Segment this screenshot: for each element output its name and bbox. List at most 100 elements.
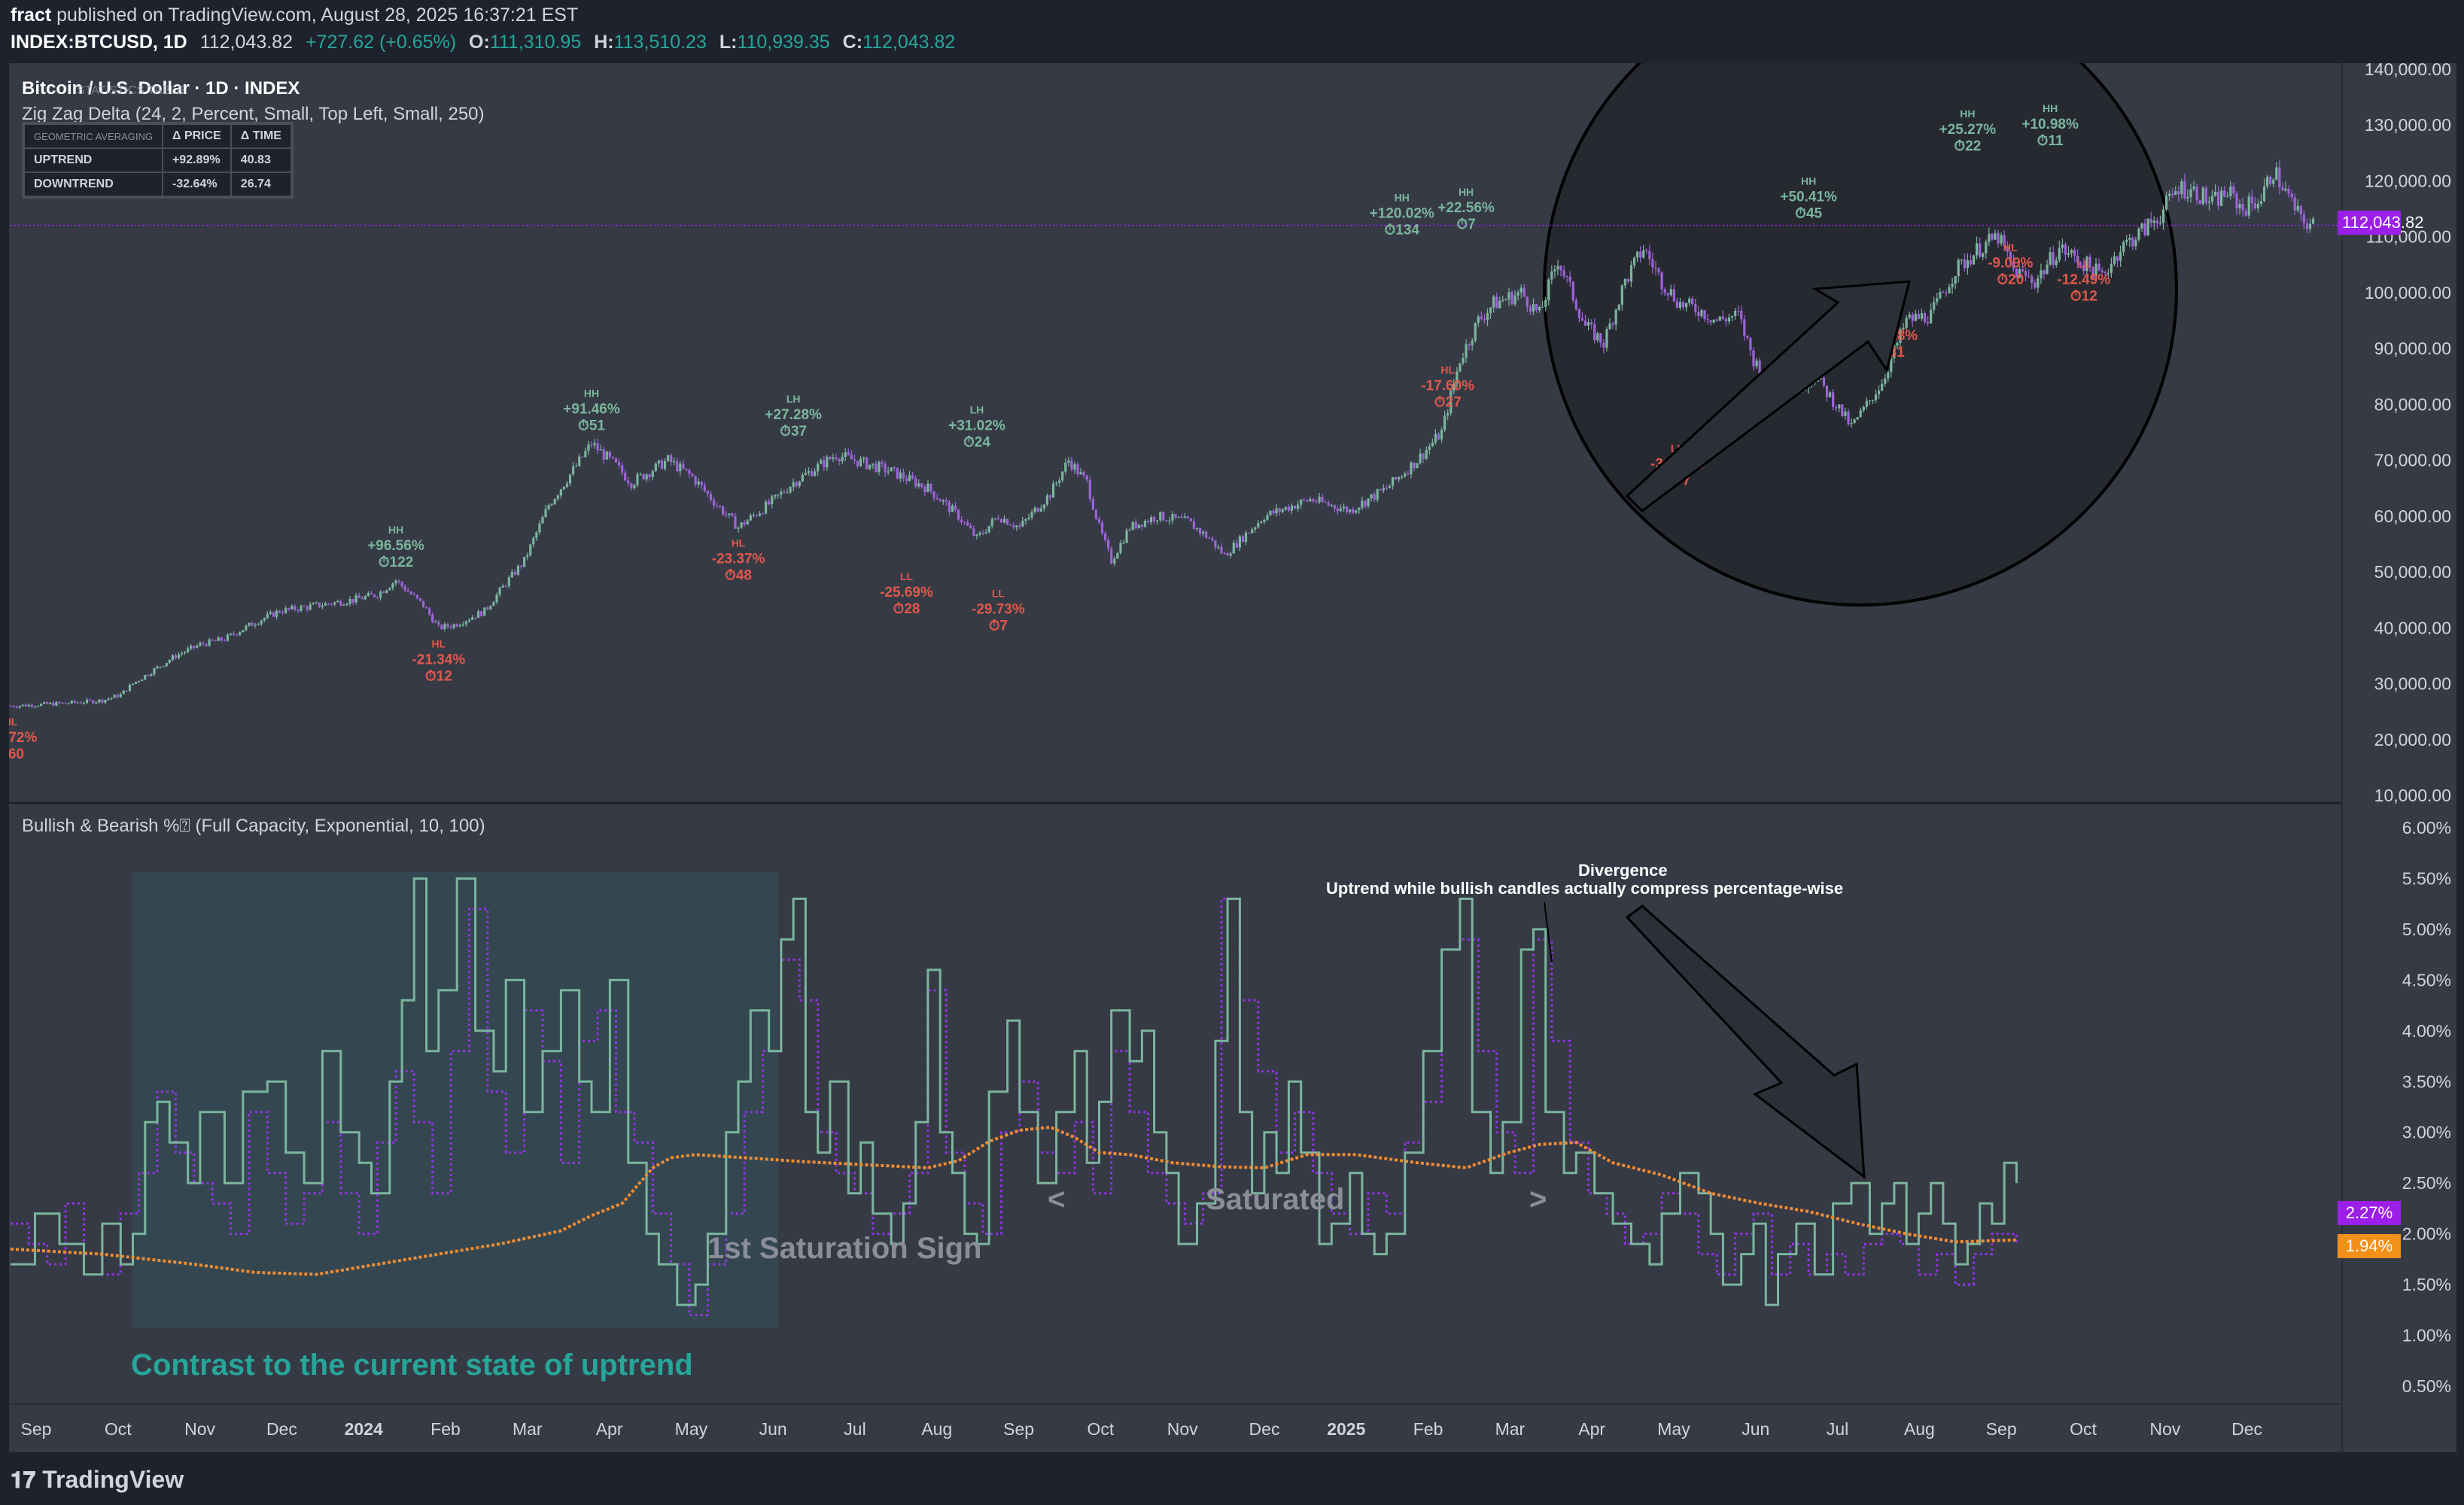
- candle-body: [679, 464, 682, 472]
- candle-body: [171, 655, 174, 661]
- candle-body: [2287, 188, 2290, 194]
- candle-body: [1079, 472, 1082, 475]
- candle-body: [1468, 344, 1471, 346]
- chart-area[interactable]: HL-21.72%⏱60HH+96.56%⏱122HL-21.34%⏱12HH+…: [9, 63, 2456, 1452]
- candle-body: [2134, 239, 2137, 247]
- candle-body: [1094, 509, 1098, 519]
- candle-body: [345, 604, 348, 605]
- candle-body: [1358, 507, 1361, 511]
- candle-body: [1177, 516, 1180, 518]
- candle-body: [941, 500, 945, 502]
- candle-body: [339, 600, 342, 606]
- candle-body: [817, 464, 820, 472]
- candle-body: [46, 702, 49, 704]
- candle-body: [1012, 525, 1015, 528]
- candle-body: [1755, 360, 1758, 366]
- candle-body: [1388, 485, 1392, 488]
- candle-body: [2192, 186, 2195, 190]
- high-value: 113,510.23: [613, 32, 707, 53]
- candle-body: [2174, 191, 2177, 195]
- chart-canvas[interactable]: HL-21.72%⏱60HH+96.56%⏱122HL-21.34%⏱12HH+…: [9, 63, 2456, 1452]
- candle-body: [184, 652, 187, 654]
- candle-body: [685, 468, 688, 470]
- candle-body: [881, 462, 884, 464]
- candle-body: [498, 587, 501, 595]
- candle-body: [1395, 477, 1398, 480]
- candle-body: [486, 607, 489, 610]
- time-tick-label: Oct: [1088, 1419, 1115, 1439]
- candle-body: [470, 617, 474, 620]
- candle-body: [1293, 506, 1297, 509]
- candle-body: [2073, 250, 2076, 256]
- candle-body: [823, 460, 826, 467]
- candle-body: [1373, 494, 1376, 500]
- bear-value-badge: 1.94%: [2338, 1234, 2401, 1258]
- candle-body: [1382, 488, 1385, 491]
- candle-body: [1321, 497, 1324, 502]
- zigzag-label-bars: ⏱51: [578, 418, 605, 433]
- candle-body: [728, 513, 731, 515]
- candle-body: [932, 491, 935, 498]
- osc-tick-label: 6.00%: [2402, 818, 2451, 838]
- candle-body: [688, 470, 691, 474]
- publisher-name[interactable]: fract: [11, 5, 51, 26]
- candle-body: [820, 460, 823, 464]
- candle-body: [1474, 322, 1477, 341]
- candle-body: [1691, 298, 1694, 304]
- candle-body: [1257, 522, 1260, 528]
- candle-body: [896, 467, 899, 479]
- candle-body: [945, 500, 948, 502]
- candle-body: [2213, 191, 2217, 196]
- candle-body: [483, 607, 486, 616]
- candle-body: [535, 532, 538, 538]
- candle-body: [844, 452, 847, 458]
- candle-body: [774, 494, 777, 497]
- candle-body: [1700, 310, 1703, 316]
- candle-body: [1162, 512, 1165, 521]
- candle-body: [1349, 509, 1352, 512]
- candle-body: [856, 461, 859, 467]
- candle-body: [2070, 250, 2073, 254]
- candle-body: [605, 451, 608, 460]
- osc-tick-label: 0.50%: [2402, 1376, 2451, 1396]
- candle-body: [1284, 506, 1287, 510]
- zigzag-label-pct: -17.60%: [1421, 379, 1474, 394]
- candle-body: [1526, 296, 1529, 307]
- row-downtrend-price: -32.64%: [161, 172, 232, 197]
- candle-body: [1608, 323, 1611, 330]
- candle-body: [269, 612, 272, 614]
- candle-body: [2299, 205, 2302, 214]
- candle-body: [1991, 233, 1994, 240]
- tradingview-logo[interactable]: 𝟏𝟕 TradingView: [11, 1466, 184, 1494]
- candle-body: [529, 544, 532, 556]
- time-tick-label: Nov: [1167, 1419, 1198, 1439]
- osc-tick-label: 5.50%: [2402, 868, 2451, 888]
- candle-body: [2128, 237, 2131, 240]
- candle-body: [297, 610, 300, 611]
- candle-body: [239, 632, 242, 635]
- zigzag-label-type: HL: [1440, 364, 1455, 376]
- candle-body: [70, 701, 73, 704]
- oscillator-legend[interactable]: Bullish & Bearish %⍰ (Full Capacity, Exp…: [22, 816, 485, 837]
- candle-body: [1398, 477, 1401, 480]
- candle-body: [1379, 489, 1382, 491]
- candle-body: [1550, 271, 1553, 280]
- candle-body: [1110, 548, 1113, 564]
- candle-body: [309, 604, 312, 610]
- candle-body: [1002, 518, 1006, 523]
- candle-body: [1654, 267, 1657, 269]
- candle-body: [2311, 218, 2315, 224]
- candle-body: [1498, 300, 1501, 309]
- candle-body: [920, 483, 923, 487]
- candle-body: [1568, 276, 1571, 282]
- candle-body: [862, 458, 865, 459]
- candle-body: [287, 608, 291, 610]
- candle-body: [556, 495, 559, 500]
- candle-body: [1825, 385, 1829, 397]
- candle-body: [2275, 167, 2278, 180]
- candle-body: [1905, 318, 1908, 328]
- candle-body: [682, 464, 685, 469]
- candle-body: [1312, 499, 1315, 502]
- candle-body: [437, 622, 440, 625]
- osc-tick-label: 3.00%: [2402, 1123, 2451, 1142]
